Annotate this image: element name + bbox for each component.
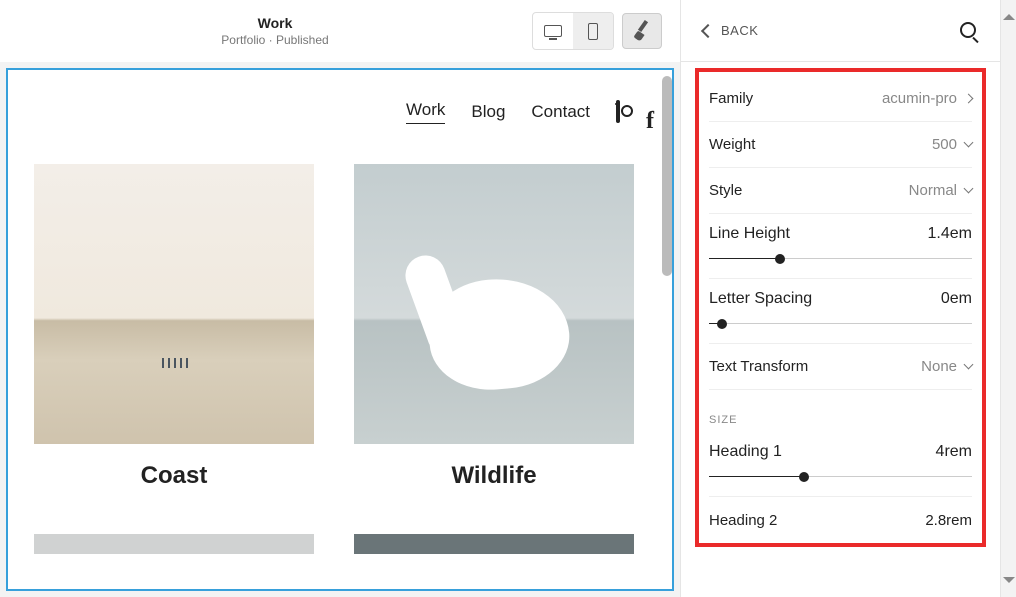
- gallery-card[interactable]: Wildlife: [354, 164, 634, 490]
- nav-link-blog[interactable]: Blog: [471, 102, 505, 122]
- mobile-view-button[interactable]: [573, 13, 613, 49]
- preview-header: Work Portfolio · Published: [0, 0, 680, 62]
- gallery-grid-row2: [34, 534, 646, 554]
- phone-icon: [588, 23, 598, 40]
- instagram-icon[interactable]: [616, 102, 620, 122]
- chevron-down-icon: [964, 360, 974, 370]
- gallery-caption: Coast: [34, 462, 314, 490]
- preview-area: Work Blog Contact Coast Wildlif: [0, 62, 680, 597]
- line-height-row: Line Height 1.4em: [709, 214, 972, 279]
- gallery-card[interactable]: Coast: [34, 164, 314, 490]
- chevron-down-icon: [964, 184, 974, 194]
- gallery-grid: Coast Wildlife: [34, 164, 646, 490]
- chevron-down-icon: [964, 138, 974, 148]
- device-toggle: [532, 12, 614, 50]
- brush-icon: [633, 22, 651, 40]
- panel-body: Family acumin-pro Weight 500 Style Norma…: [681, 62, 1000, 597]
- gallery-thumb: [354, 164, 634, 444]
- heading1-row: Heading 1 4rem: [709, 432, 972, 497]
- letter-spacing-row: Letter Spacing 0em: [709, 279, 972, 344]
- gallery-thumb[interactable]: [354, 534, 634, 554]
- style-row[interactable]: Style Normal: [709, 168, 972, 214]
- back-button[interactable]: BACK: [703, 23, 758, 38]
- heading2-row[interactable]: Heading 2 2.8rem: [709, 497, 972, 543]
- desktop-view-button[interactable]: [533, 13, 573, 49]
- weight-row[interactable]: Weight 500: [709, 122, 972, 168]
- panel-topbar: BACK: [681, 0, 1000, 62]
- chevron-left-icon: [701, 23, 715, 37]
- preview-frame[interactable]: Work Blog Contact Coast Wildlif: [6, 68, 674, 591]
- preview-column: Work Portfolio · Published Work Blog Con…: [0, 0, 680, 597]
- highlighted-settings: Family acumin-pro Weight 500 Style Norma…: [695, 68, 986, 547]
- monitor-icon: [544, 25, 562, 37]
- gallery-thumb: [34, 164, 314, 444]
- letter-spacing-slider[interactable]: [709, 317, 972, 331]
- site-nav: Work Blog Contact: [34, 100, 646, 124]
- back-label: BACK: [721, 23, 758, 38]
- gallery-caption: Wildlife: [354, 462, 634, 490]
- page-title: Work: [18, 15, 532, 31]
- preview-scrollbar[interactable]: [662, 76, 672, 276]
- gallery-thumb[interactable]: [34, 534, 314, 554]
- style-panel: BACK Family acumin-pro Weight 500 S: [680, 0, 1016, 597]
- page-title-block: Work Portfolio · Published: [18, 15, 532, 47]
- search-icon[interactable]: [960, 22, 978, 40]
- nav-link-work[interactable]: Work: [406, 100, 445, 124]
- styles-button[interactable]: [622, 13, 662, 49]
- page-subtitle: Portfolio · Published: [18, 33, 532, 47]
- nav-link-contact[interactable]: Contact: [531, 102, 590, 122]
- line-height-slider[interactable]: [709, 252, 972, 266]
- site-preview: Work Blog Contact Coast Wildlif: [8, 70, 672, 584]
- chevron-right-icon: [964, 94, 974, 104]
- heading1-slider[interactable]: [709, 470, 972, 484]
- text-transform-row[interactable]: Text Transform None: [709, 344, 972, 390]
- size-section-header: SIZE: [709, 390, 972, 432]
- family-row[interactable]: Family acumin-pro: [709, 76, 972, 122]
- panel-scrollbar[interactable]: [1000, 0, 1016, 597]
